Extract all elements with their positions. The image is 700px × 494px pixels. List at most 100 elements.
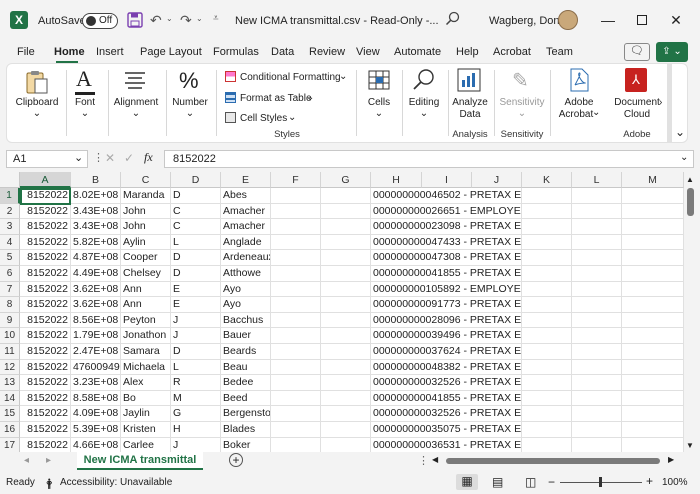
- table-cell[interactable]: Bacchus: [221, 312, 271, 329]
- table-cell[interactable]: 8152022: [20, 359, 71, 376]
- table-cell[interactable]: [321, 281, 371, 298]
- table-cell[interactable]: [622, 266, 684, 282]
- column-header[interactable]: H: [371, 172, 422, 188]
- column-header[interactable]: E: [221, 172, 271, 188]
- customize-toolbar-icon[interactable]: ⩡: [213, 13, 219, 24]
- table-cell[interactable]: [572, 375, 622, 391]
- save-icon[interactable]: [127, 12, 143, 28]
- table-cell[interactable]: [572, 344, 622, 360]
- editing-button[interactable]: Editing: [404, 97, 444, 108]
- cells-dropdown-icon[interactable]: ⌄: [362, 108, 396, 119]
- table-cell[interactable]: [522, 188, 572, 204]
- table-cell[interactable]: [321, 359, 371, 376]
- table-cell[interactable]: Carlee: [121, 437, 171, 454]
- table-cell[interactable]: [271, 234, 321, 251]
- table-cell[interactable]: [622, 328, 684, 344]
- table-cell[interactable]: J: [171, 328, 221, 344]
- table-cell[interactable]: Maranda: [121, 188, 171, 204]
- table-cell[interactable]: 000000000041855 - PRETAX EMPLOYEE: [371, 266, 522, 282]
- collapse-ribbon-icon[interactable]: ⌄: [675, 125, 685, 139]
- table-cell[interactable]: Ann: [121, 281, 171, 298]
- column-header[interactable]: M: [622, 172, 684, 188]
- table-cell[interactable]: G: [171, 406, 221, 422]
- table-cell[interactable]: 4.49E+08: [71, 266, 121, 282]
- tab-formulas[interactable]: Formulas: [213, 46, 259, 58]
- table-cell[interactable]: [522, 312, 572, 329]
- table-cell[interactable]: [321, 328, 371, 344]
- conditional-formatting-dropdown-icon[interactable]: ⌄: [339, 71, 347, 82]
- row-header[interactable]: 7: [0, 281, 20, 298]
- table-cell[interactable]: [522, 375, 572, 391]
- table-cell[interactable]: [271, 297, 321, 313]
- tab-review[interactable]: Review: [309, 46, 345, 58]
- table-cell[interactable]: Atthowe: [221, 266, 271, 282]
- tab-help[interactable]: Help: [456, 46, 479, 58]
- table-cell[interactable]: 8152022: [20, 328, 71, 344]
- table-cell[interactable]: [522, 344, 572, 360]
- table-cell[interactable]: 8152022: [20, 390, 71, 407]
- table-cell[interactable]: [271, 437, 321, 454]
- table-cell[interactable]: 000000000037624 - PRETAX EMPLOYEE: [371, 344, 522, 360]
- table-cell[interactable]: [572, 312, 622, 329]
- table-cell[interactable]: Blades: [221, 422, 271, 438]
- page-layout-view-icon[interactable]: ▤: [492, 475, 503, 489]
- table-cell[interactable]: Amacher: [221, 203, 271, 220]
- table-cell[interactable]: 8.58E+08: [71, 390, 121, 407]
- column-header[interactable]: I: [422, 172, 472, 188]
- table-cell[interactable]: E: [171, 281, 221, 298]
- table-cell[interactable]: Bedee: [221, 375, 271, 391]
- number-button[interactable]: Number: [170, 97, 210, 108]
- column-header[interactable]: L: [572, 172, 622, 188]
- cancel-icon[interactable]: ✕: [105, 151, 115, 165]
- table-cell[interactable]: [572, 188, 622, 204]
- table-cell[interactable]: 000000000105892 - EMPLOYER MATCH: [371, 281, 522, 298]
- row-header[interactable]: 13: [0, 375, 20, 391]
- alignment-button[interactable]: Alignment: [112, 97, 160, 108]
- select-all-corner[interactable]: [0, 172, 20, 188]
- table-cell[interactable]: Cooper: [121, 250, 171, 266]
- font-button[interactable]: Font: [70, 97, 100, 108]
- table-cell[interactable]: [572, 250, 622, 266]
- table-cell[interactable]: [271, 250, 321, 266]
- table-cell[interactable]: [622, 375, 684, 391]
- column-header[interactable]: F: [271, 172, 321, 188]
- table-cell[interactable]: John: [121, 203, 171, 220]
- table-cell[interactable]: [271, 406, 321, 422]
- row-header[interactable]: 9: [0, 312, 20, 329]
- table-cell[interactable]: [522, 281, 572, 298]
- sheet-nav-next-icon[interactable]: ▸: [46, 455, 51, 466]
- table-cell[interactable]: Alex: [121, 375, 171, 391]
- table-cell[interactable]: [572, 390, 622, 407]
- document-cloud-button[interactable]: Document: [612, 97, 662, 108]
- accessibility-status[interactable]: Accessibility: Unavailable: [60, 477, 172, 488]
- column-header[interactable]: C: [121, 172, 171, 188]
- table-cell[interactable]: [271, 219, 321, 235]
- alignment-dropdown-icon[interactable]: ⌄: [112, 108, 160, 119]
- table-cell[interactable]: Ayo: [221, 297, 271, 313]
- table-cell[interactable]: [271, 375, 321, 391]
- table-cell[interactable]: 000000000047308 - PRETAX EMPLOYEE: [371, 250, 522, 266]
- table-cell[interactable]: 4.66E+08: [71, 437, 121, 454]
- search-icon[interactable]: [445, 11, 461, 27]
- horizontal-scroll-thumb[interactable]: [446, 458, 660, 464]
- tab-file[interactable]: File: [17, 46, 35, 58]
- table-cell[interactable]: L: [171, 359, 221, 376]
- table-cell[interactable]: D: [171, 344, 221, 360]
- table-cell[interactable]: Michaela: [121, 359, 171, 376]
- ribbon-scroll-right-icon[interactable]: ›: [659, 97, 662, 108]
- adobe-acrobat-dropdown-icon[interactable]: ⌄: [592, 107, 600, 118]
- table-cell[interactable]: L: [171, 234, 221, 251]
- table-cell[interactable]: J: [171, 437, 221, 454]
- table-cell[interactable]: 3.43E+08: [71, 203, 121, 220]
- analyze-data-button[interactable]: Analyze: [450, 97, 490, 108]
- table-cell[interactable]: [321, 390, 371, 407]
- table-cell[interactable]: [522, 297, 572, 313]
- table-cell[interactable]: Ardeneaux: [221, 250, 271, 266]
- expand-formula-bar-icon[interactable]: ⌄: [680, 152, 688, 163]
- table-cell[interactable]: [271, 266, 321, 282]
- table-cell[interactable]: R: [171, 375, 221, 391]
- insert-function-icon[interactable]: fx: [144, 150, 153, 165]
- table-cell[interactable]: 8.56E+08: [71, 312, 121, 329]
- table-cell[interactable]: [572, 234, 622, 251]
- user-name[interactable]: Wagberg, Don: [489, 15, 560, 27]
